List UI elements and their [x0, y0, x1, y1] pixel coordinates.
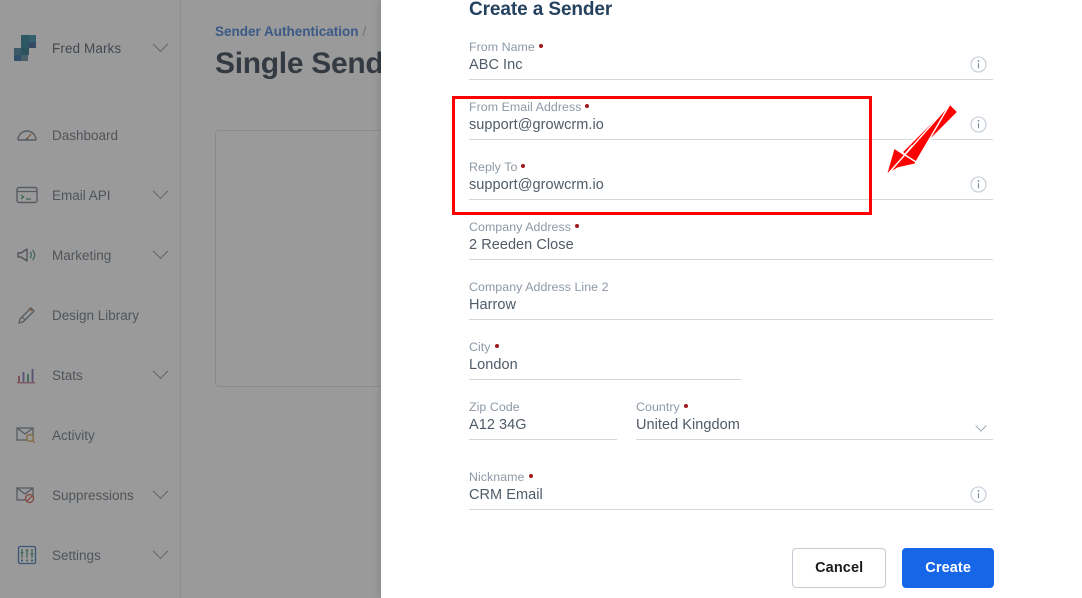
info-icon[interactable] — [970, 116, 987, 133]
field-company-address-line-2: Company Address Line 2 Harrow — [469, 280, 993, 320]
field-label: Reply To — [469, 160, 993, 174]
label-text: Zip Code — [469, 400, 520, 414]
company-address-input[interactable]: 2 Reeden Close — [469, 237, 993, 260]
reply-to-input[interactable]: support@growcrm.io — [469, 177, 993, 200]
required-dot — [683, 404, 688, 408]
zip-code-input[interactable]: A12 34G — [469, 417, 617, 440]
nickname-input[interactable]: CRM Email — [469, 487, 993, 510]
modal-footer: Cancel Create — [792, 547, 994, 588]
field-country: Country United Kingdom — [636, 400, 993, 440]
info-icon[interactable] — [970, 486, 987, 503]
field-label: Company Address — [469, 220, 993, 234]
create-button[interactable]: Create — [902, 547, 994, 588]
field-line: support@growcrm.io — [469, 176, 993, 200]
required-dot — [528, 474, 533, 478]
from-name-input[interactable]: ABC Inc — [469, 57, 993, 80]
info-icon[interactable] — [970, 176, 987, 193]
zip-country-row: Zip Code A12 34G Country United Kingdom — [469, 400, 993, 440]
field-line: ABC Inc — [469, 56, 993, 80]
from-email-input[interactable]: support@growcrm.io — [469, 117, 993, 140]
required-dot — [521, 164, 526, 168]
required-dot — [585, 104, 590, 108]
field-line: 2 Reeden Close — [469, 237, 993, 260]
field-line: London — [469, 357, 741, 380]
info-icon[interactable] — [970, 56, 987, 73]
label-text: City — [469, 340, 491, 354]
label-text: From Email Address — [469, 100, 582, 114]
field-nickname: Nickname CRM Email — [469, 470, 993, 510]
label-text: Company Address Line 2 — [469, 280, 609, 294]
required-dot — [494, 344, 499, 348]
company-address-line-2-input[interactable]: Harrow — [469, 297, 993, 320]
field-company-address: Company Address 2 Reeden Close — [469, 220, 993, 260]
create-sender-form: From Name ABC Inc From Email Address sup… — [469, 40, 993, 530]
field-label: Zip Code — [469, 400, 617, 414]
field-label: Country — [636, 400, 993, 414]
field-reply-to: Reply To support@growcrm.io — [469, 160, 993, 200]
city-input[interactable]: London — [469, 357, 741, 380]
field-line: CRM Email — [469, 486, 993, 510]
modal-scrim[interactable] — [0, 0, 381, 598]
field-label: Nickname — [469, 470, 993, 484]
field-line: Harrow — [469, 297, 993, 320]
field-label: City — [469, 340, 993, 354]
label-text: Reply To — [469, 160, 518, 174]
screen: Fred Marks Dashboard — [0, 0, 1082, 598]
cancel-button[interactable]: Cancel — [792, 547, 887, 588]
field-label: From Name — [469, 40, 993, 54]
field-label: Company Address Line 2 — [469, 280, 993, 294]
field-label: From Email Address — [469, 100, 993, 114]
label-text: From Name — [469, 40, 535, 54]
field-city: City London — [469, 340, 993, 380]
modal-title: Create a Sender — [469, 0, 613, 20]
field-line: support@growcrm.io — [469, 116, 993, 140]
label-text: Nickname — [469, 470, 525, 484]
field-from-email-address: From Email Address support@growcrm.io — [469, 100, 993, 140]
field-zip-code: Zip Code A12 34G — [469, 400, 617, 440]
field-line: United Kingdom — [636, 417, 993, 440]
required-dot — [538, 44, 543, 48]
required-dot — [575, 224, 579, 228]
label-text: Company Address — [469, 220, 571, 234]
create-sender-modal: Create a Sender From Name ABC Inc From E… — [381, 0, 1082, 598]
field-from-name: From Name ABC Inc — [469, 40, 993, 80]
country-select[interactable]: United Kingdom — [636, 417, 993, 440]
field-line: A12 34G — [469, 417, 617, 440]
label-text: Country — [636, 400, 680, 414]
